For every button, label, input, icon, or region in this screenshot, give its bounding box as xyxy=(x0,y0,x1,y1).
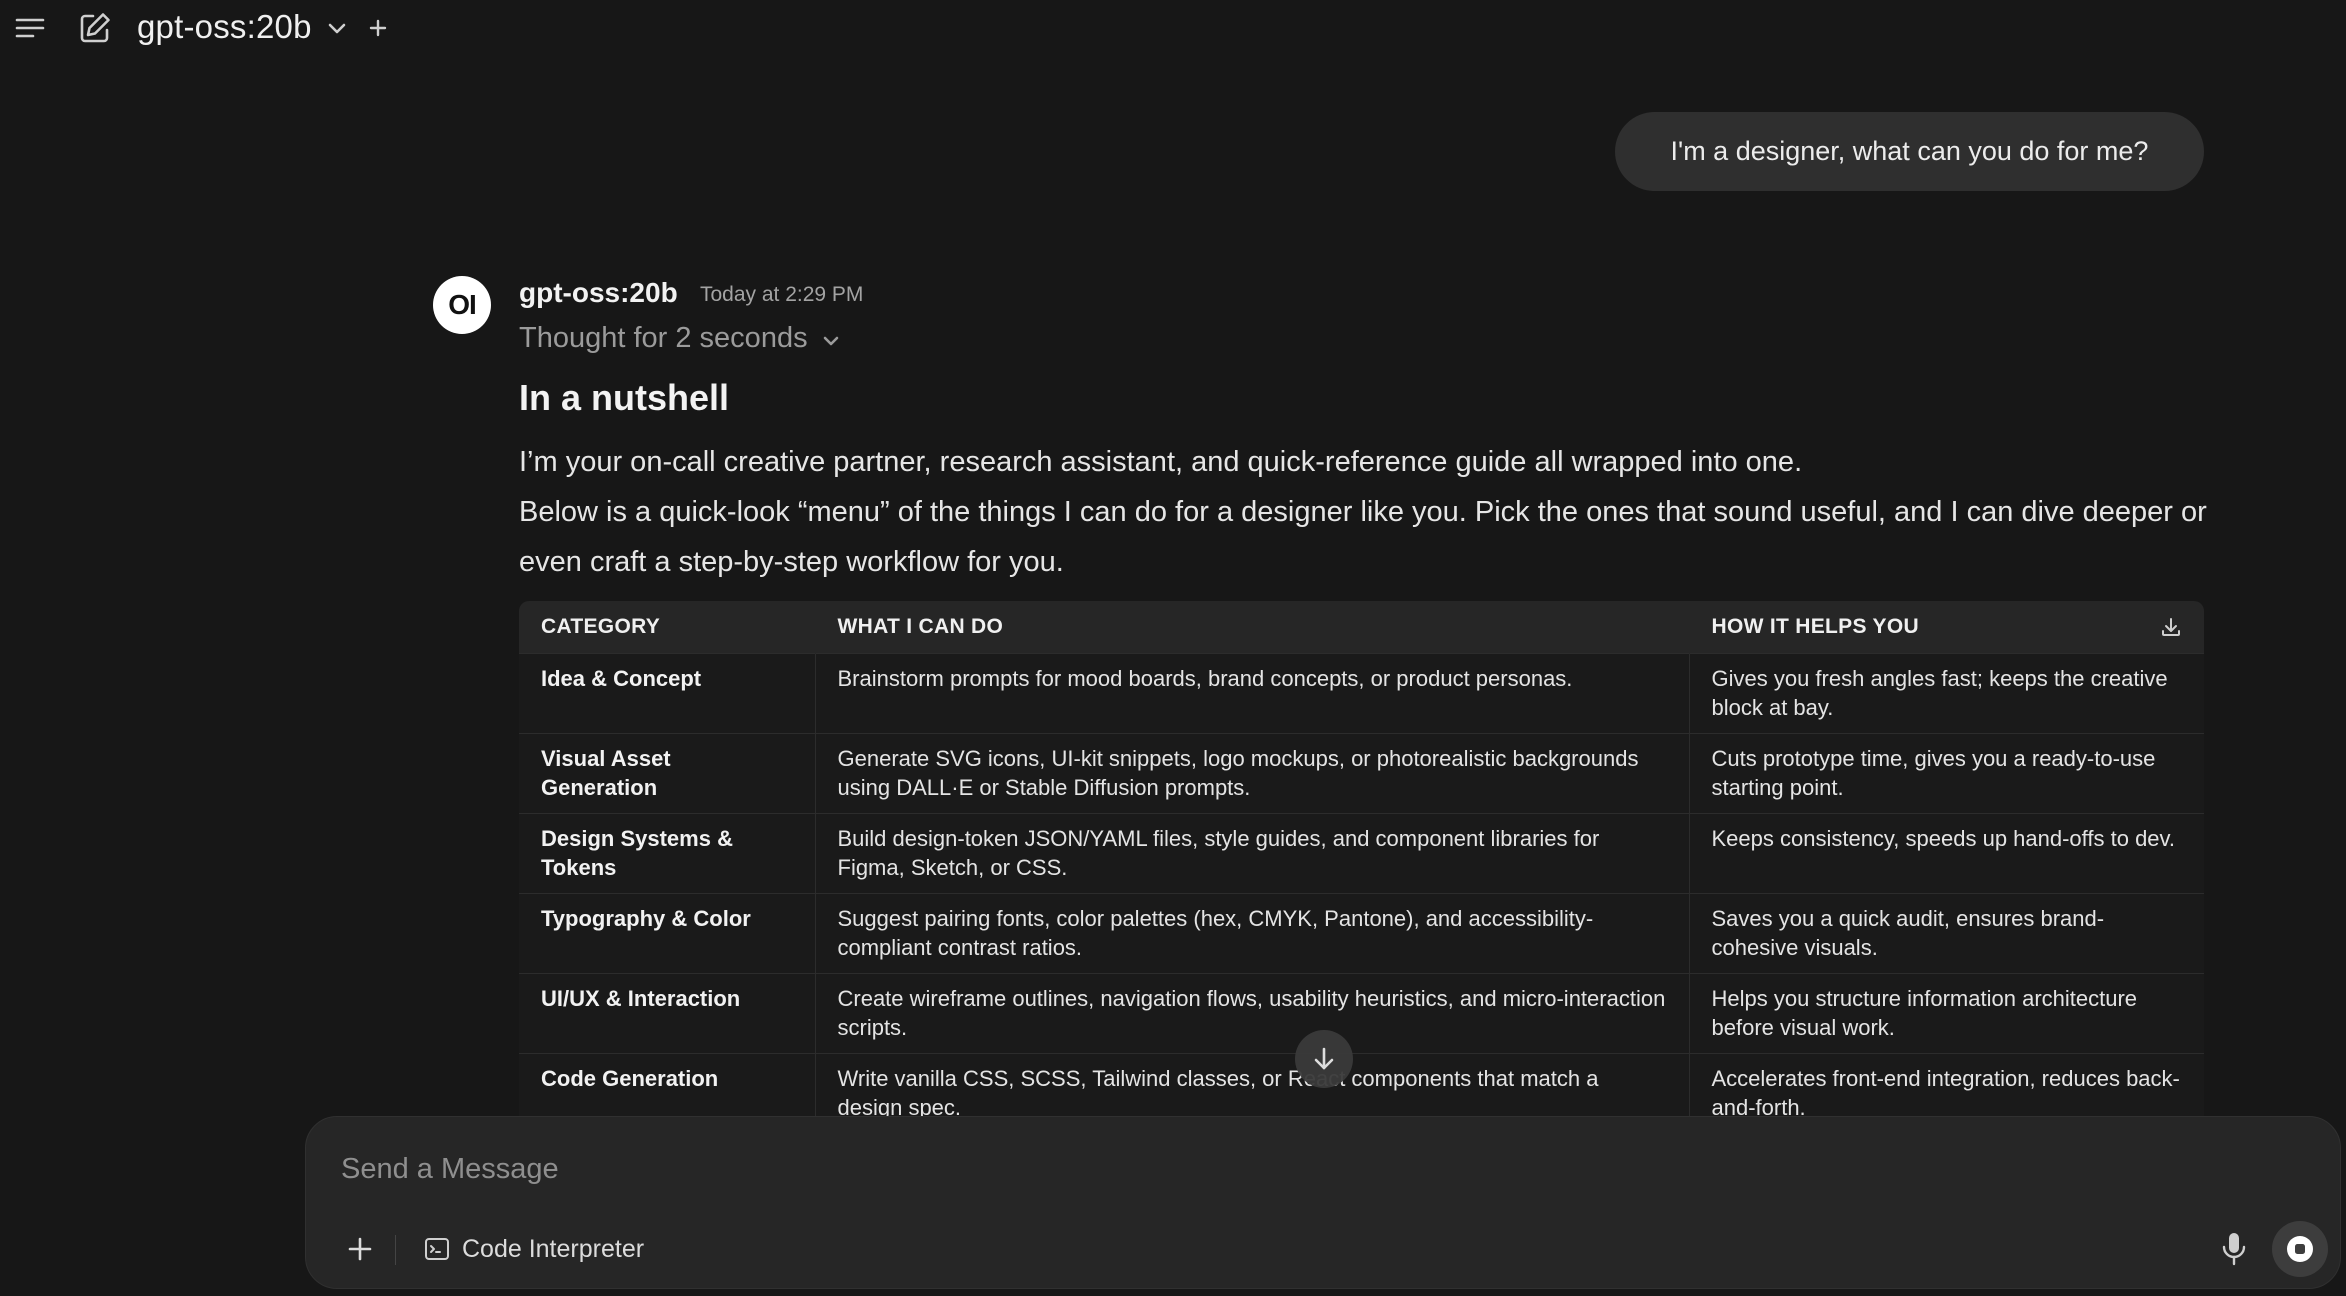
chevron-down-icon xyxy=(823,336,838,345)
assistant-avatar: OI xyxy=(433,276,491,334)
table-cell-category: Visual Asset Generation xyxy=(519,732,816,813)
model-selector-label[interactable]: gpt-oss:20b xyxy=(137,8,312,46)
column-header-category: CATEGORY xyxy=(519,601,816,653)
table-cell-what: Build design-token JSON/YAML files, styl… xyxy=(815,812,1690,893)
table-cell-what: Brainstorm prompts for mood boards, bran… xyxy=(815,652,1690,733)
microphone-icon[interactable] xyxy=(2210,1225,2258,1273)
message-input[interactable] xyxy=(339,1147,2239,1191)
table-cell-what: Generate SVG icons, UI-kit snippets, log… xyxy=(815,732,1690,813)
table-row: Code Generation Write vanilla CSS, SCSS,… xyxy=(519,1052,2204,1116)
plus-icon[interactable] xyxy=(338,1227,382,1271)
response-heading: In a nutshell xyxy=(519,377,730,418)
arrow-down-icon xyxy=(1314,1047,1334,1070)
edit-icon[interactable] xyxy=(76,10,114,46)
message-timestamp: Today at 2:29 PM xyxy=(700,283,864,306)
plus-icon[interactable] xyxy=(364,14,392,42)
thought-toggle[interactable]: Thought for 2 seconds xyxy=(519,322,842,355)
response-paragraph-2: Below is a quick-look “menu” of the thin… xyxy=(519,496,2207,578)
message-composer: Code Interpreter xyxy=(305,1116,2341,1289)
table-cell-category: Design Systems & Tokens xyxy=(519,812,816,893)
top-bar: gpt-oss:20b xyxy=(0,0,2346,58)
scroll-to-bottom-button[interactable] xyxy=(1295,1030,1353,1088)
composer-divider xyxy=(395,1235,396,1265)
table-cell-what: Create wireframe outlines, navigation fl… xyxy=(815,972,1690,1053)
table-cell-how: Cuts prototype time, gives you a ready-t… xyxy=(1689,732,2204,813)
table-cell-how: Keeps consistency, speeds up hand-offs t… xyxy=(1689,812,2204,893)
table-cell-category: Code Generation xyxy=(519,1052,816,1116)
chevron-down-icon[interactable] xyxy=(325,16,349,40)
table-cell-category: Typography & Color xyxy=(519,892,816,973)
table-row: Visual Asset Generation Generate SVG ico… xyxy=(519,732,2204,813)
table-row: Design Systems & Tokens Build design-tok… xyxy=(519,812,2204,893)
table-row: Idea & Concept Brainstorm prompts for mo… xyxy=(519,652,2204,733)
table-cell-how: Helps you structure information architec… xyxy=(1689,972,2204,1053)
user-message-bubble: I'm a designer, what can you do for me? xyxy=(1615,112,2204,191)
table-cell-what: Write vanilla CSS, SCSS, Tailwind classe… xyxy=(815,1052,1690,1116)
voice-mode-button[interactable] xyxy=(2272,1221,2328,1277)
code-interpreter-toggle[interactable]: Code Interpreter xyxy=(424,1227,644,1271)
terminal-icon xyxy=(425,1238,449,1260)
table-header-row: CATEGORY WHAT I CAN DO HOW IT HELPS YOU xyxy=(519,601,2204,653)
user-message-text: I'm a designer, what can you do for me? xyxy=(1670,136,2149,166)
download-icon[interactable] xyxy=(2160,616,2182,638)
code-interpreter-label: Code Interpreter xyxy=(462,1234,645,1263)
response-paragraph-1: I’m your on-call creative partner, resea… xyxy=(519,446,1803,478)
thought-label: Thought for 2 seconds xyxy=(519,322,808,354)
column-header-how-label: HOW IT HELPS YOU xyxy=(1711,614,1919,638)
assistant-name: gpt-oss:20b xyxy=(519,277,678,308)
menu-icon[interactable] xyxy=(12,12,48,44)
column-header-what: WHAT I CAN DO xyxy=(815,601,1690,653)
table-cell-category: UI/UX & Interaction xyxy=(519,972,816,1053)
capabilities-table: CATEGORY WHAT I CAN DO HOW IT HELPS YOU xyxy=(519,601,2204,1116)
table-cell-category: Idea & Concept xyxy=(519,652,816,733)
column-header-how: HOW IT HELPS YOU xyxy=(1689,601,2204,653)
table-cell-how: Gives you fresh angles fast; keeps the c… xyxy=(1689,652,2204,733)
table-row: Typography & Color Suggest pairing fonts… xyxy=(519,892,2204,973)
table-cell-how: Saves you a quick audit, ensures brand-c… xyxy=(1689,892,2204,973)
table-cell-how: Accelerates front-end integration, reduc… xyxy=(1689,1052,2204,1116)
stop-circle-icon xyxy=(2287,1236,2313,1262)
table-cell-what: Suggest pairing fonts, color palettes (h… xyxy=(815,892,1690,973)
table-row: UI/UX & Interaction Create wireframe out… xyxy=(519,972,2204,1053)
